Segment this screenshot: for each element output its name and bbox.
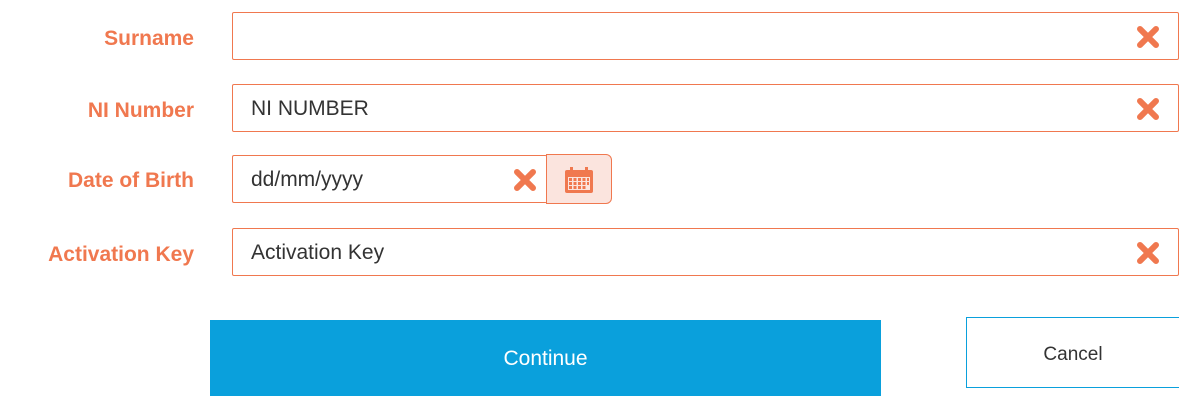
date-of-birth-value: dd/mm/yyyy (251, 168, 364, 191)
calendar-button[interactable] (546, 154, 612, 204)
ni-number-field[interactable]: NI NUMBER (232, 84, 1179, 132)
surname-row: Surname (0, 14, 194, 64)
activation-key-label: Activation Key (48, 243, 194, 266)
activation-key-row: Activation Key (0, 230, 194, 280)
surname-label: Surname (104, 27, 194, 50)
close-icon[interactable] (1134, 23, 1162, 51)
date-of-birth-row: Date of Birth (0, 156, 194, 206)
close-icon[interactable] (1134, 239, 1162, 267)
ni-number-label: NI Number (87, 99, 194, 122)
continue-button[interactable]: Continue (210, 320, 881, 396)
ni-number-value: NI NUMBER (251, 97, 369, 120)
calendar-icon (565, 167, 593, 193)
close-icon[interactable] (511, 166, 539, 194)
activation-key-value: Activation Key (251, 241, 385, 264)
date-of-birth-field[interactable]: dd/mm/yyyy (232, 155, 547, 203)
cancel-button[interactable]: Cancel (966, 317, 1179, 388)
surname-field[interactable] (232, 12, 1179, 60)
date-of-birth-label: Date of Birth (68, 169, 194, 192)
ni-number-row: NI Number (0, 86, 194, 136)
activation-key-field[interactable]: Activation Key (232, 228, 1179, 276)
close-icon[interactable] (1134, 95, 1162, 123)
